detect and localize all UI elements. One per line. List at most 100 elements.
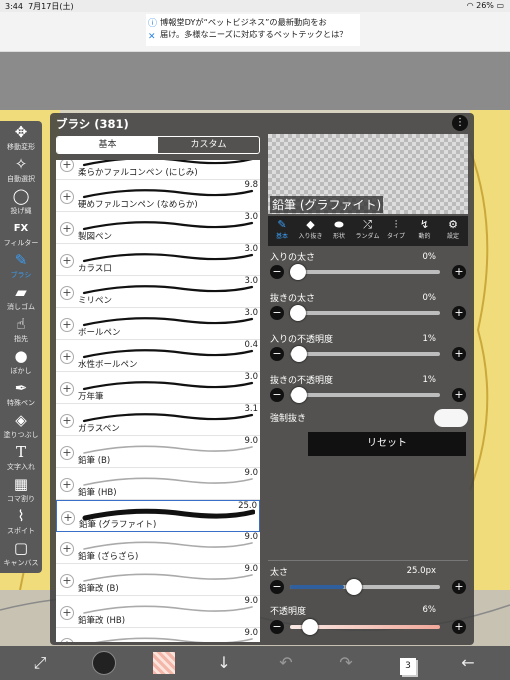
- layers-icon[interactable]: 3: [390, 646, 426, 680]
- size-value: 25.0px: [406, 566, 436, 576]
- brush-item[interactable]: +3.0 カラス口: [56, 244, 260, 276]
- size-slider[interactable]: [290, 579, 440, 595]
- brush-item[interactable]: +9.8 硬めファルコンペン (なめらか): [56, 180, 260, 212]
- add-brush-icon[interactable]: +: [60, 574, 74, 588]
- reset-button[interactable]: リセット: [308, 432, 466, 456]
- brush-size-icon[interactable]: [86, 646, 122, 680]
- opacity-knob[interactable]: [302, 619, 319, 635]
- redo-icon[interactable]: ↷: [328, 646, 364, 680]
- tab-custom[interactable]: カスタム: [158, 137, 259, 153]
- slider-minus-button[interactable]: −: [270, 347, 284, 361]
- lasso-icon: ◯: [12, 187, 30, 205]
- brush-item[interactable]: +3.0 ボールペン: [56, 308, 260, 340]
- brush-item[interactable]: +25.0 鉛筆 (グラファイト): [56, 500, 260, 532]
- brush-item[interactable]: +3.0 製図ペン: [56, 212, 260, 244]
- eyedropper-icon: ⌇: [17, 507, 25, 525]
- slider-minus-button[interactable]: −: [270, 265, 284, 279]
- settings-tab-3[interactable]: ⤮ ランダム: [354, 216, 382, 246]
- brush-item[interactable]: +3.0 万年筆: [56, 372, 260, 404]
- undo-icon[interactable]: ↶: [268, 646, 304, 680]
- brush-item[interactable]: +0.4 水性ボールペン: [56, 340, 260, 372]
- brush-item[interactable]: +9.0 鉛筆改 (HB): [56, 596, 260, 628]
- canvas-margin: [0, 52, 510, 110]
- add-brush-icon[interactable]: +: [61, 511, 75, 525]
- slider-track[interactable]: [290, 264, 440, 280]
- slider-knob[interactable]: [290, 305, 306, 321]
- add-brush-icon[interactable]: +: [60, 542, 74, 556]
- add-brush-icon[interactable]: +: [60, 286, 74, 300]
- type-icon: ⫶: [394, 218, 398, 231]
- tool-label: 自動選択: [7, 175, 35, 183]
- add-brush-icon[interactable]: +: [60, 478, 74, 492]
- brush-stroke: [82, 221, 254, 231]
- transform-icon[interactable]: ⤢: [22, 646, 58, 680]
- settings-tab-4[interactable]: ⫶ タイプ: [382, 216, 410, 246]
- brush-item[interactable]: +9.0 鉛筆 (ざらざら): [56, 532, 260, 564]
- slider-plus-button[interactable]: +: [452, 388, 466, 402]
- size-minus-button[interactable]: −: [270, 580, 284, 594]
- settings-tab-label: 動的: [418, 233, 431, 240]
- brush-stroke: [82, 413, 254, 423]
- back-arrow-icon[interactable]: ←: [450, 646, 486, 680]
- brush-item[interactable]: +3.1 ガラスペン: [56, 404, 260, 436]
- taper-icon: ◆: [306, 218, 315, 231]
- slider-track[interactable]: [290, 305, 440, 321]
- brush-list[interactable]: + 柔らかファルコンペン (にじみ) +9.8 硬めファルコンペン (なめらか) +3.…: [56, 160, 260, 642]
- slider-track[interactable]: [290, 387, 440, 403]
- brush-item[interactable]: +9.0 鉛筆改 (B): [56, 564, 260, 596]
- add-brush-icon[interactable]: +: [60, 222, 74, 236]
- add-brush-icon[interactable]: +: [60, 190, 74, 204]
- tool-label: キャンバス: [3, 559, 39, 567]
- brush-name: 鉛筆 (ざらざら): [78, 552, 139, 562]
- opacity-minus-button[interactable]: −: [270, 620, 284, 634]
- add-brush-icon[interactable]: +: [60, 318, 74, 332]
- brush-basic-icon: ✎: [277, 218, 287, 231]
- brush-stroke: [83, 573, 253, 582]
- settings-tab-2[interactable]: ⬬ 形状: [325, 216, 353, 246]
- add-brush-icon[interactable]: +: [60, 606, 74, 620]
- slider-plus-button[interactable]: +: [452, 347, 466, 361]
- add-brush-icon[interactable]: +: [60, 638, 74, 642]
- brush-stroke: [83, 605, 253, 614]
- settings-tab-1[interactable]: ◆ 入り抜き: [297, 216, 325, 246]
- download-arrow-icon[interactable]: ↓: [206, 646, 242, 680]
- layer-count: 3: [400, 658, 416, 675]
- force-taper-toggle[interactable]: [434, 409, 468, 427]
- opacity-plus-button[interactable]: +: [452, 620, 466, 634]
- tool-canvas[interactable]: ▢ キャンバス: [0, 539, 42, 577]
- ad-banner[interactable]: ⓘ ✕ 博報堂DYが“ペットビジネス”の最新動向をお 届け。多様なニーズに対応す…: [146, 14, 360, 46]
- add-brush-icon[interactable]: +: [60, 414, 74, 428]
- settings-tab-5[interactable]: ↯ 動的: [411, 216, 439, 246]
- add-brush-icon[interactable]: +: [60, 382, 74, 396]
- slider-minus-button[interactable]: −: [270, 388, 284, 402]
- more-icon[interactable]: ⋮: [452, 115, 468, 131]
- brush-item[interactable]: +9.0 鉛筆 (B): [56, 436, 260, 468]
- settings-tab-6[interactable]: ⚙ 設定: [439, 216, 467, 246]
- brush-stroke: [83, 541, 253, 550]
- size-plus-button[interactable]: +: [452, 580, 466, 594]
- finger-icon: ☝: [16, 315, 26, 333]
- tool-label: コマ割り: [7, 495, 35, 503]
- slider-plus-button[interactable]: +: [452, 306, 466, 320]
- slider-track[interactable]: [290, 346, 440, 362]
- slider-label: 入りの太さ: [270, 253, 316, 263]
- add-brush-icon[interactable]: +: [60, 446, 74, 460]
- close-icon[interactable]: ✕: [148, 31, 156, 43]
- slider-plus-button[interactable]: +: [452, 265, 466, 279]
- add-brush-icon[interactable]: +: [60, 350, 74, 364]
- info-icon[interactable]: ⓘ: [148, 18, 157, 30]
- settings-tab-0[interactable]: ✎ 基本: [268, 216, 296, 246]
- slider-minus-button[interactable]: −: [270, 306, 284, 320]
- color-swatch-icon[interactable]: [146, 646, 182, 680]
- opacity-slider[interactable]: [290, 619, 440, 635]
- slider-knob[interactable]: [290, 264, 306, 280]
- brush-item[interactable]: + 柔らかファルコンペン (にじみ): [56, 160, 260, 180]
- brush-item[interactable]: +9.0鉛筆改 (H): [56, 628, 260, 642]
- ad-line-2: 届け。多様なニーズに対応するペットテックとは？: [160, 29, 348, 39]
- tab-basic[interactable]: 基本: [57, 137, 158, 153]
- tool-label: 指先: [14, 335, 28, 343]
- brush-item[interactable]: +3.0 ミリペン: [56, 276, 260, 308]
- brush-item[interactable]: +9.0 鉛筆 (HB): [56, 468, 260, 500]
- add-brush-icon[interactable]: +: [60, 254, 74, 268]
- add-brush-icon[interactable]: +: [60, 160, 74, 172]
